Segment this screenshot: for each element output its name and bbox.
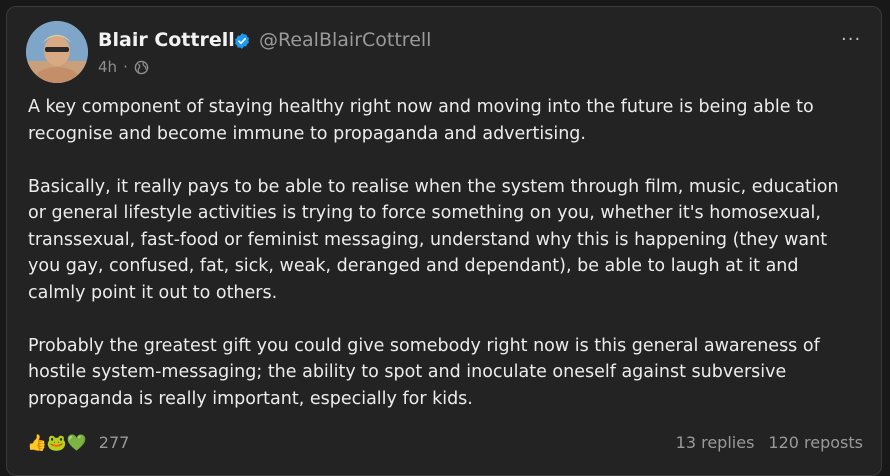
post-paragraph: A key component of staying healthy right… bbox=[28, 97, 814, 144]
thumbs-up-icon: 👍 bbox=[27, 432, 47, 452]
meta-separator: · bbox=[123, 58, 128, 76]
author-handle[interactable]: @RealBlairCottrell bbox=[259, 29, 431, 51]
post-stats: 13 replies 120 reposts bbox=[676, 433, 863, 452]
globe-icon bbox=[134, 60, 149, 74]
reactions-count: 277 bbox=[98, 433, 130, 452]
post-card: Blair Cottrell @RealBlairCottrell 4h · ·… bbox=[6, 6, 882, 476]
reactions-button[interactable]: 👍 🐸 💚 277 bbox=[27, 433, 129, 452]
post-meta: 4h · bbox=[98, 58, 149, 76]
more-options-button[interactable]: ··· bbox=[841, 29, 861, 50]
avatar[interactable] bbox=[26, 21, 88, 83]
post-paragraph: Basically, it really pays to be able to … bbox=[28, 176, 839, 303]
reposts-link[interactable]: 120 reposts bbox=[768, 433, 863, 452]
replies-link[interactable]: 13 replies bbox=[676, 433, 755, 452]
post-paragraph: Probably the greatest gift you could giv… bbox=[28, 335, 820, 409]
post-body: A key component of staying healthy right… bbox=[28, 94, 858, 439]
post-timestamp[interactable]: 4h bbox=[98, 58, 117, 76]
frog-icon: 🐸 bbox=[46, 432, 67, 452]
verified-badge-icon bbox=[234, 33, 250, 49]
green-heart-icon: 💚 bbox=[66, 432, 87, 452]
author-name[interactable]: Blair Cottrell bbox=[98, 29, 235, 51]
